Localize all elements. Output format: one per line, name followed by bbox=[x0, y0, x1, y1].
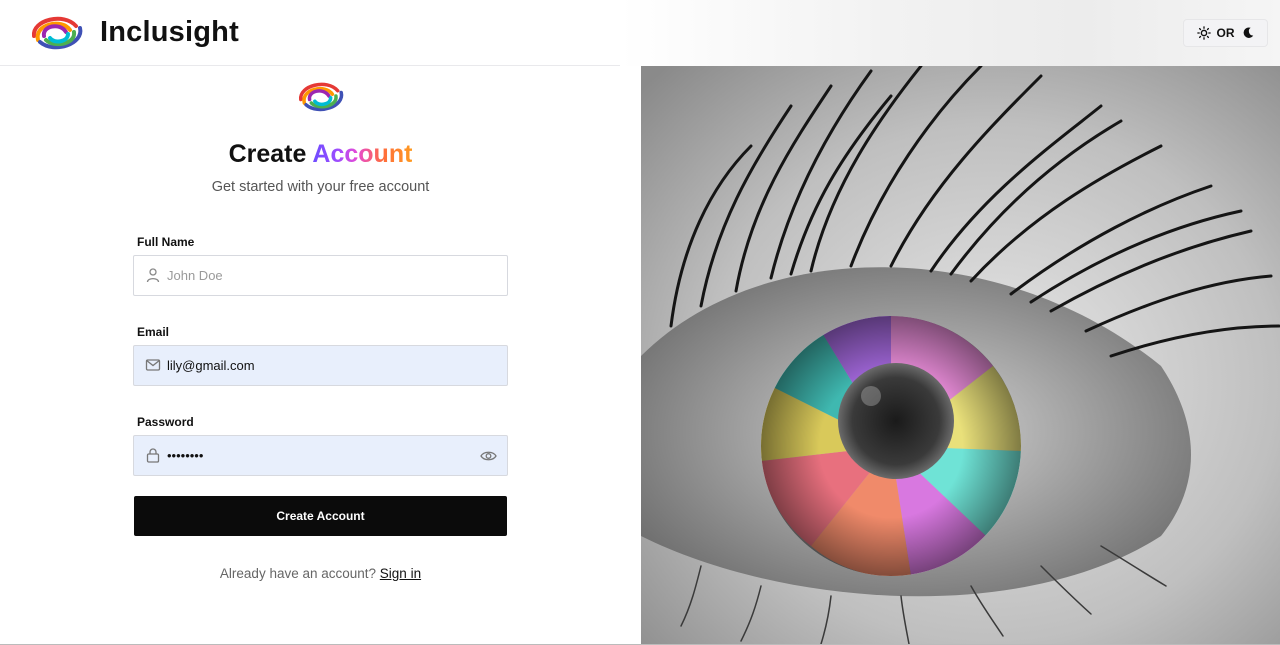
lock-icon bbox=[146, 448, 160, 463]
create-account-button[interactable]: Create Account bbox=[134, 496, 507, 536]
sign-in-link[interactable]: Sign in bbox=[380, 566, 421, 581]
rainbow-swirl-logo-icon bbox=[32, 16, 83, 50]
eye-icon[interactable] bbox=[480, 448, 497, 464]
signin-prompt: Already have an account? bbox=[219, 566, 377, 581]
brand-name: Inclusight bbox=[100, 15, 239, 48]
moon-icon bbox=[1243, 27, 1253, 38]
full-name-label: Full Name bbox=[137, 235, 195, 249]
title-plain: Create bbox=[228, 140, 307, 168]
email-label: Email bbox=[137, 325, 170, 339]
page-subtitle: Get started with your free account bbox=[211, 179, 430, 195]
email-input[interactable] bbox=[167, 346, 467, 385]
header-image-fade bbox=[620, 0, 1280, 66]
user-icon bbox=[146, 268, 160, 283]
hero-image bbox=[641, 66, 1280, 644]
password-label: Password bbox=[137, 415, 194, 429]
rainbow-swirl-logo-icon bbox=[299, 82, 343, 112]
mail-icon bbox=[145, 359, 161, 371]
theme-toggle-button[interactable]: OR bbox=[1183, 19, 1268, 47]
email-field[interactable] bbox=[133, 345, 508, 386]
top-header: Inclusight OR bbox=[0, 0, 1280, 66]
signin-prompt-row: Already have an account? Sign in bbox=[0, 566, 641, 581]
password-input[interactable] bbox=[167, 436, 467, 475]
full-name-field[interactable] bbox=[133, 255, 508, 296]
password-field[interactable] bbox=[133, 435, 508, 476]
signup-form-panel: Create Account Get started with your fre… bbox=[0, 66, 641, 645]
theme-toggle-label: OR bbox=[1216, 26, 1235, 40]
sun-icon bbox=[1196, 26, 1211, 40]
title-colored: Account bbox=[312, 140, 413, 168]
page-title: Create Account bbox=[0, 140, 641, 169]
brand[interactable]: Inclusight bbox=[24, 10, 239, 54]
rainbow-eye-illustration bbox=[641, 66, 1280, 644]
full-name-input[interactable] bbox=[167, 256, 467, 295]
